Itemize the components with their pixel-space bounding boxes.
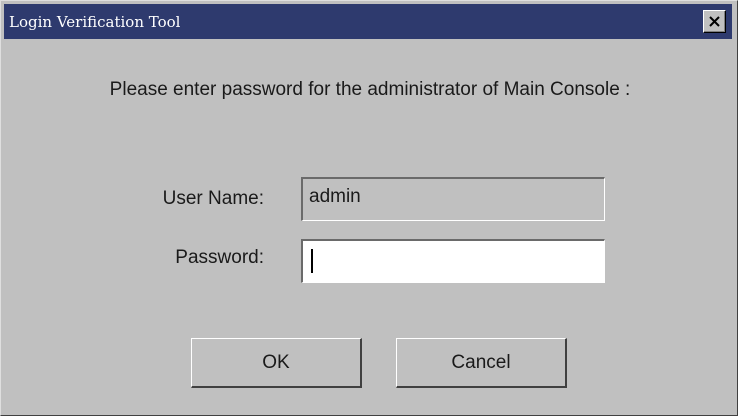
instruction-text: Please enter password for the administra…	[109, 79, 631, 100]
text-cursor	[311, 249, 313, 273]
title-bar[interactable]: Login Verification Tool	[4, 4, 732, 39]
close-button[interactable]	[703, 10, 726, 33]
password-label: Password:	[175, 247, 264, 268]
password-field[interactable]	[301, 239, 605, 283]
login-dialog: Login Verification Tool Please enter pas…	[0, 0, 738, 416]
username-field[interactable]: admin	[301, 177, 605, 221]
window-title: Login Verification Tool	[9, 13, 181, 31]
close-icon	[709, 16, 720, 27]
username-label: User Name:	[162, 188, 264, 209]
cancel-button[interactable]: Cancel	[396, 338, 567, 388]
ok-button[interactable]: OK	[191, 338, 362, 388]
